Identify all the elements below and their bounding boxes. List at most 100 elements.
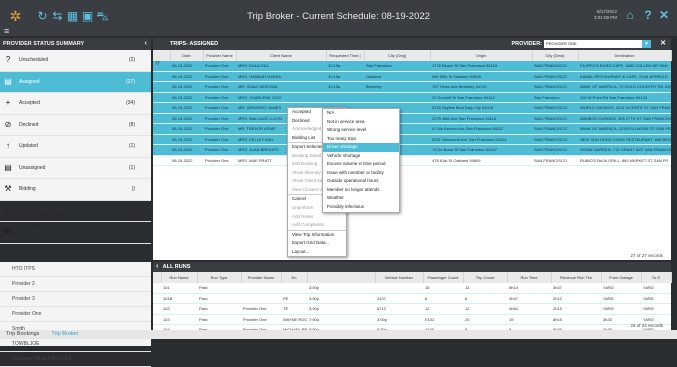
column-header[interactable]: Provider Name (203, 50, 237, 61)
table-row[interactable]: 08-19-2022 Provider One MR. GERARDO JAMES 3… (153, 102, 671, 114)
row-selector[interactable] (153, 314, 161, 325)
table-row[interactable]: 08-19-2022 Provider One MRS. WALLACE LLOYD… (153, 113, 671, 124)
column-header[interactable]: Requested Time ( (326, 50, 365, 61)
provider-list-item[interactable]: Provider 2 (0, 277, 151, 292)
column-header[interactable]: Run Type (197, 272, 242, 283)
dropdown-arrow-icon[interactable]: ▾ (642, 40, 651, 48)
column-header[interactable]: Run Time (507, 272, 552, 283)
status-row-bidding[interactable]: ⚒ Bidding () (0, 179, 151, 201)
close-panel-icon[interactable]: ✕ (660, 38, 666, 50)
submenu-item[interactable]: N/A (323, 109, 399, 118)
submenu-item[interactable]: Too many trips (323, 135, 399, 144)
provider-list-item[interactable]: TOWBLJOE (0, 337, 151, 352)
column-header[interactable]: Origin (430, 50, 533, 61)
table-cell: 08-19-2022 (170, 155, 203, 166)
column-header[interactable]: City (Orig) (364, 50, 431, 61)
tab-trip-broker[interactable]: Trip Broker (45, 330, 84, 339)
tab-trip-bookings[interactable]: Trip Bookings (0, 330, 45, 339)
row-selector[interactable] (153, 92, 170, 103)
row-selector[interactable] (153, 293, 161, 304)
column-header[interactable]: To G (641, 272, 672, 283)
filter-icon[interactable]: ⛛ (153, 61, 162, 71)
row-selector[interactable] (153, 283, 161, 294)
table-cell: 4h54 (507, 303, 551, 315)
table-row[interactable]: 101B Para PE 3:00p 4107 6 6 4h47 2h12 YARD YARD (153, 293, 671, 304)
submenu-item[interactable]: Issue with member or facility (323, 169, 399, 178)
column-header[interactable]: Trip Count (463, 272, 508, 283)
submenu-item[interactable]: Wrong service level (323, 126, 399, 135)
row-selector[interactable] (153, 155, 170, 166)
table-cell: Para (197, 303, 241, 315)
status-count: () (131, 229, 135, 236)
provider-selector[interactable]: PROVIDER: PROVIDER ONE ▾ (511, 40, 651, 49)
column-header[interactable]: En (281, 272, 308, 283)
status-row-trip-offer[interactable]: ⛟ Trip Offer () (0, 222, 151, 244)
status-label: Bidding (19, 186, 36, 193)
row-selector[interactable] (153, 113, 170, 124)
table-row[interactable]: 08-19-2022 Provider One MRS. KELLEY MAY 202… (153, 134, 671, 145)
table-row[interactable]: 103ParaProvider OneWAYNE ROONEY7:00a3:00… (153, 314, 671, 325)
status-row-assigned[interactable]: ▤ Assigned (27) (0, 71, 151, 93)
table-row[interactable]: 08-19-2022 Provider One MRS. EULA GILL 10:1… (153, 61, 671, 72)
trips-panel: TRIPS- ASSIGNED PROVIDER: PROVIDER ONE ▾… (153, 38, 672, 260)
submenu-item[interactable]: Member no longer attends (323, 186, 399, 195)
submenu-item[interactable]: Excess volume in time period (323, 160, 399, 169)
table-row[interactable]: 08-19-2022 Provider One MR. ISAAC MORGAN 10… (153, 81, 671, 93)
submenu-item[interactable]: Not in service area (323, 118, 399, 127)
column-header[interactable]: Run Name (161, 272, 198, 283)
context-menu-item[interactable]: Layout... (288, 248, 346, 257)
row-selector[interactable] (153, 123, 170, 135)
row-selector[interactable] (153, 134, 170, 145)
menu-item-label: Add Complaints (292, 222, 324, 228)
column-header[interactable]: Provider Name (241, 272, 282, 283)
home-icon[interactable]: ⌂ (623, 8, 637, 22)
status-row-unassigned[interactable]: ▤ Unassigned (1) (0, 158, 151, 179)
submenu-item[interactable]: Vehicle shortage (323, 152, 399, 161)
row-selector[interactable] (153, 102, 170, 114)
provider-list-item[interactable]: HTO ITPS (0, 262, 151, 277)
table-row[interactable]: 08-19-2022 Provider One MRS. CHARLENE GOO 2… (153, 92, 671, 103)
table-row[interactable]: 08-19-2022 Provider One MRS. HANNAH GARZA 1… (153, 71, 671, 82)
hamburger-menu-icon[interactable]: ≡ (0, 26, 20, 36)
column-header[interactable]: Date (170, 50, 204, 61)
column-header[interactable]: Client Name (236, 50, 327, 61)
row-selector[interactable] (153, 81, 170, 93)
status-row-updated[interactable]: ↑ Updated (1) (0, 136, 151, 158)
table-row[interactable]: 101 Para 3:00p 15 14 8h14 3h47 YARD YARD (153, 283, 671, 294)
status-row-accepted[interactable]: + Accepted (34) (0, 93, 151, 115)
status-row-unscheduled[interactable]: ? Unscheduled (2) (0, 50, 151, 72)
status-row-arrived-performed[interactable]: ✔ Arrived & Performed () (0, 201, 151, 222)
column-header[interactable]: Revenue Run Tim (551, 272, 602, 283)
row-selector[interactable] (153, 144, 170, 156)
column-header[interactable]: City (Dest) (532, 50, 579, 61)
submenu-item[interactable]: Possibly infectious (323, 203, 399, 212)
collapse-chevron-icon[interactable]: ‹ (145, 38, 147, 50)
table-row[interactable]: 102 Para Provider One TE 3:00p 6712 12 12 4h54 2h… (153, 303, 671, 315)
row-selector[interactable] (153, 71, 170, 82)
collapse-left-icon[interactable]: ‹ (156, 263, 158, 270)
help-icon[interactable]: ? (641, 8, 655, 22)
provider-list-item[interactable]: Provider 3 (0, 292, 151, 307)
table-row[interactable]: 08-19-2022 Provider One MR. TREVOR KEMP 47 … (153, 123, 671, 135)
column-header[interactable]: From Garage (601, 272, 642, 283)
column-header[interactable]: Vehicle Number (375, 272, 424, 283)
context-menu-item[interactable]: Add Notes (288, 213, 346, 222)
column-header-blank (153, 50, 171, 61)
context-menu-item[interactable]: Add Complaints (288, 221, 346, 230)
context-menu-item[interactable]: Export Grid Data... (288, 239, 346, 248)
table-cell: Oakland (364, 71, 430, 82)
provider-dropdown[interactable]: PROVIDER ONE (544, 40, 642, 48)
table-row[interactable]: 08-19-2022 Provider One MRS. MAE PRATT 478 … (153, 155, 671, 166)
provider-list-item[interactable]: Provider One (0, 307, 151, 322)
close-icon[interactable]: ✕ (657, 8, 671, 22)
column-header[interactable]: Destination (578, 50, 672, 61)
row-selector[interactable] (153, 303, 161, 315)
submenu-item[interactable]: Weather (323, 194, 399, 203)
status-row-declined[interactable]: ⊘ Declined (8) (0, 115, 151, 136)
provider-list-item[interactable]: Volunteer Head Office Unit (0, 352, 151, 367)
context-menu-item[interactable]: View Trip Information (288, 231, 346, 240)
column-header[interactable]: Passenger Count (423, 272, 464, 283)
submenu-item[interactable]: Driver shortage (323, 143, 399, 152)
submenu-item[interactable]: Outside operational hours (323, 177, 399, 186)
table-row[interactable]: 08-19-2022 Provider One MRS. JUAN BRIDGES 7… (153, 144, 671, 156)
